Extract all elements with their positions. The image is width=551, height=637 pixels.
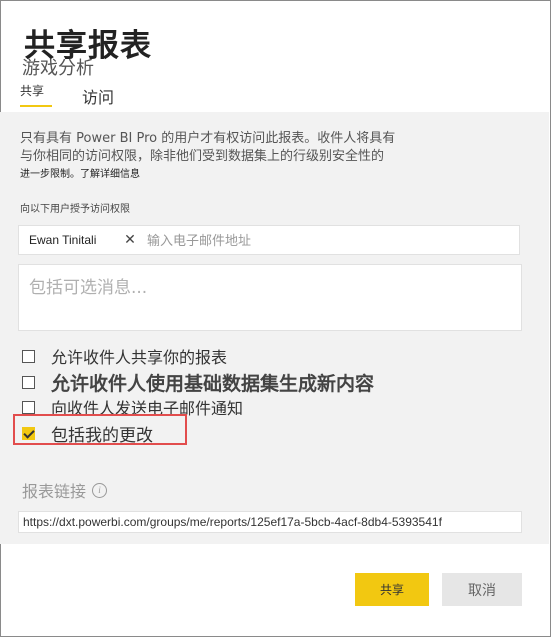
allow-build-checkbox[interactable]: [22, 376, 35, 389]
option-allow-reshare[interactable]: 允许收件人共享你的报表: [22, 344, 227, 368]
cancel-button[interactable]: 取消: [442, 573, 522, 606]
highlight-box: [13, 414, 187, 445]
learn-more-link[interactable]: 了解详细信息: [80, 169, 140, 180]
description-line-3-text: 进一步限制。: [20, 169, 80, 180]
active-tab-indicator: [20, 105, 52, 107]
allow-build-label: 允许收件人使用基础数据集生成新内容: [51, 373, 375, 395]
send-email-checkbox[interactable]: [22, 400, 35, 414]
info-icon[interactable]: i: [92, 482, 108, 498]
tab-share[interactable]: 共享: [20, 82, 44, 99]
email-input[interactable]: [145, 229, 509, 253]
remove-recipient-icon[interactable]: ✕: [123, 230, 137, 250]
allow-reshare-checkbox[interactable]: [22, 349, 35, 363]
recipients-field[interactable]: Ewan Tinitali ✕: [18, 225, 520, 255]
report-link-heading: 报表链接 i: [22, 478, 108, 502]
description-line-3: 进一步限制。了解详细信息: [20, 166, 500, 184]
allow-reshare-label: 允许收件人共享你的报表: [51, 348, 228, 367]
share-button[interactable]: 共享: [355, 573, 429, 606]
description-line-2: 与你相同的访问权限，除非他们受到数据集上的行级别安全性的: [20, 149, 385, 164]
dialog-subtitle: 游戏分析: [22, 58, 94, 79]
message-input[interactable]: [18, 264, 522, 331]
report-link-label: 报表链接: [22, 482, 87, 501]
option-allow-build[interactable]: 允许收件人使用基础数据集生成新内容: [22, 369, 374, 396]
grant-access-label: 向以下用户授予访问权限: [20, 204, 130, 215]
recipient-chip: Ewan Tinitali: [29, 233, 97, 247]
tab-access[interactable]: 访问: [82, 84, 114, 108]
description-line-1: 只有具有 Power BI Pro 的用户才有权访问此报表。收件人将具有: [20, 131, 396, 146]
report-link-field[interactable]: https://dxt.powerbi.com/groups/me/report…: [18, 511, 522, 533]
access-description: 只有具有 Power BI Pro 的用户才有权访问此报表。收件人将具有 与你相…: [20, 130, 500, 184]
